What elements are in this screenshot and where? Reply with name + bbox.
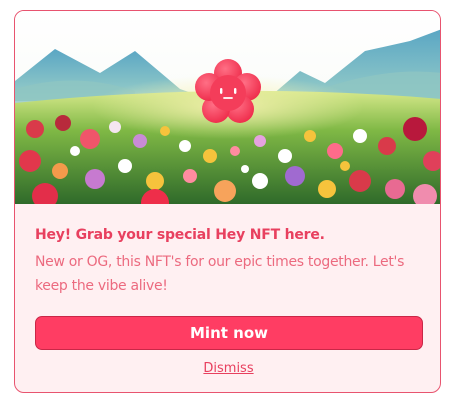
dismiss-link[interactable]: Dismiss bbox=[203, 361, 253, 376]
nft-promo-card: Hey! Grab your special Hey NFT here. New… bbox=[14, 10, 441, 393]
dismiss-row: Dismiss bbox=[15, 357, 440, 376]
mint-now-button[interactable]: Mint now bbox=[35, 316, 423, 350]
promo-description: New or OG, this NFT's for our epic times… bbox=[35, 254, 405, 294]
banner-image bbox=[15, 11, 440, 204]
promo-title: Hey! Grab your special Hey NFT here. bbox=[35, 227, 325, 243]
promo-content: Hey! Grab your special Hey NFT here. New… bbox=[35, 225, 425, 298]
meadow-illustration bbox=[15, 11, 440, 204]
